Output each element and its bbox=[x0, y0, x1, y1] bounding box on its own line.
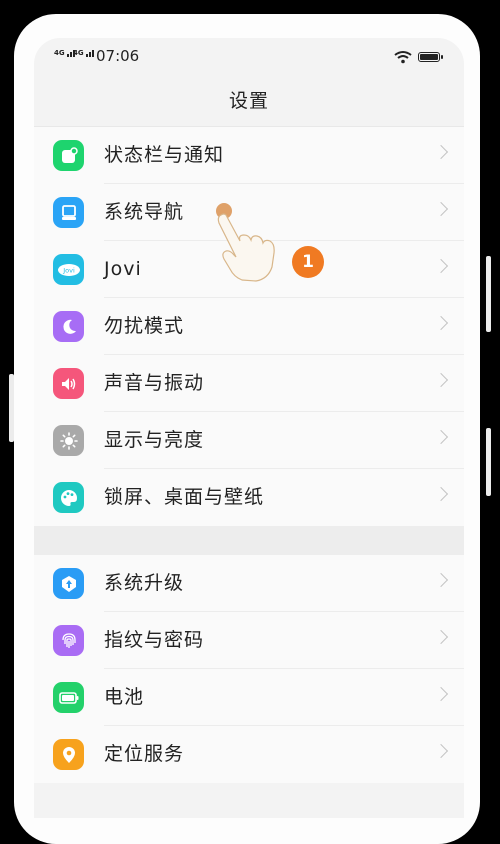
page-title: 设置 bbox=[228, 90, 269, 112]
moon-icon bbox=[53, 311, 84, 342]
location-icon bbox=[53, 739, 84, 770]
status-time: 07:06 bbox=[96, 47, 140, 65]
power-button bbox=[486, 256, 491, 332]
upgrade-icon bbox=[53, 568, 84, 599]
settings-item-label: 锁屏、桌面与壁纸 bbox=[104, 486, 265, 508]
settings-item-upgrade[interactable]: 系统升级 bbox=[34, 555, 464, 612]
step-badge: 1 bbox=[292, 246, 324, 278]
settings-group-2: 系统升级指纹与密码电池定位服务 bbox=[34, 555, 464, 783]
chevron-right-icon bbox=[433, 629, 449, 645]
group-separator bbox=[34, 526, 464, 555]
signal-bars-icon bbox=[86, 50, 95, 57]
settings-item-speaker[interactable]: 声音与振动 bbox=[34, 355, 464, 412]
settings-item-brightness[interactable]: 显示与亮度 bbox=[34, 412, 464, 469]
chevron-right-icon bbox=[433, 258, 449, 274]
chevron-right-icon bbox=[433, 201, 449, 217]
speaker-icon bbox=[53, 368, 84, 399]
wifi-icon bbox=[394, 51, 412, 64]
settings-item-fingerprint[interactable]: 指纹与密码 bbox=[34, 612, 464, 669]
settings-item-moon[interactable]: 勿扰模式 bbox=[34, 298, 464, 355]
jovi-icon: Jovi bbox=[53, 254, 84, 285]
chevron-right-icon bbox=[433, 144, 449, 160]
settings-item-notification[interactable]: 状态栏与通知 bbox=[34, 127, 464, 184]
tap-hand-icon bbox=[216, 203, 275, 282]
settings-item-location[interactable]: 定位服务 bbox=[34, 726, 464, 783]
settings-item-palette[interactable]: 锁屏、桌面与壁纸 bbox=[34, 469, 464, 526]
settings-item-label: 指纹与密码 bbox=[104, 629, 205, 651]
chevron-right-icon bbox=[433, 572, 449, 588]
volume-button bbox=[9, 374, 14, 442]
brightness-icon bbox=[53, 425, 84, 456]
side-button bbox=[486, 428, 491, 496]
notification-icon bbox=[53, 140, 84, 171]
status-bar: 4G 4G 07:06 bbox=[34, 38, 464, 74]
sim2-label: 4G bbox=[73, 49, 84, 57]
chevron-right-icon bbox=[433, 743, 449, 759]
svg-text:Jovi: Jovi bbox=[62, 266, 75, 274]
settings-item-label: 电池 bbox=[104, 686, 145, 708]
settings-item-label: 显示与亮度 bbox=[104, 429, 205, 451]
sim2-signal: 4G bbox=[73, 48, 96, 57]
navigation-icon bbox=[53, 197, 84, 228]
settings-item-label: 勿扰模式 bbox=[104, 315, 185, 337]
battery-icon bbox=[418, 52, 443, 62]
chevron-right-icon bbox=[433, 429, 449, 445]
chevron-right-icon bbox=[433, 486, 449, 502]
chevron-right-icon bbox=[433, 315, 449, 331]
battery-icon bbox=[53, 682, 84, 713]
settings-item-battery[interactable]: 电池 bbox=[34, 669, 464, 726]
settings-item-label: 定位服务 bbox=[104, 743, 185, 765]
phone-screen: 4G 4G 07:06 设置 状态栏与通知 系统导航 Jovi Jovi 勿扰模式声音与… bbox=[34, 38, 464, 818]
sim1-label: 4G bbox=[54, 49, 65, 57]
settings-item-label: 声音与振动 bbox=[104, 372, 205, 394]
fingerprint-icon bbox=[53, 625, 84, 656]
settings-group-1: 状态栏与通知 系统导航 Jovi Jovi 勿扰模式声音与振动显示与亮度锁屏、桌面与壁纸 bbox=[34, 127, 464, 526]
palette-icon bbox=[53, 482, 84, 513]
chevron-right-icon bbox=[433, 686, 449, 702]
chevron-right-icon bbox=[433, 372, 449, 388]
settings-item-label: 系统升级 bbox=[104, 572, 185, 594]
settings-item-label: 状态栏与通知 bbox=[104, 144, 225, 166]
settings-item-label: Jovi bbox=[104, 258, 142, 280]
settings-item-label: 系统导航 bbox=[104, 201, 185, 223]
